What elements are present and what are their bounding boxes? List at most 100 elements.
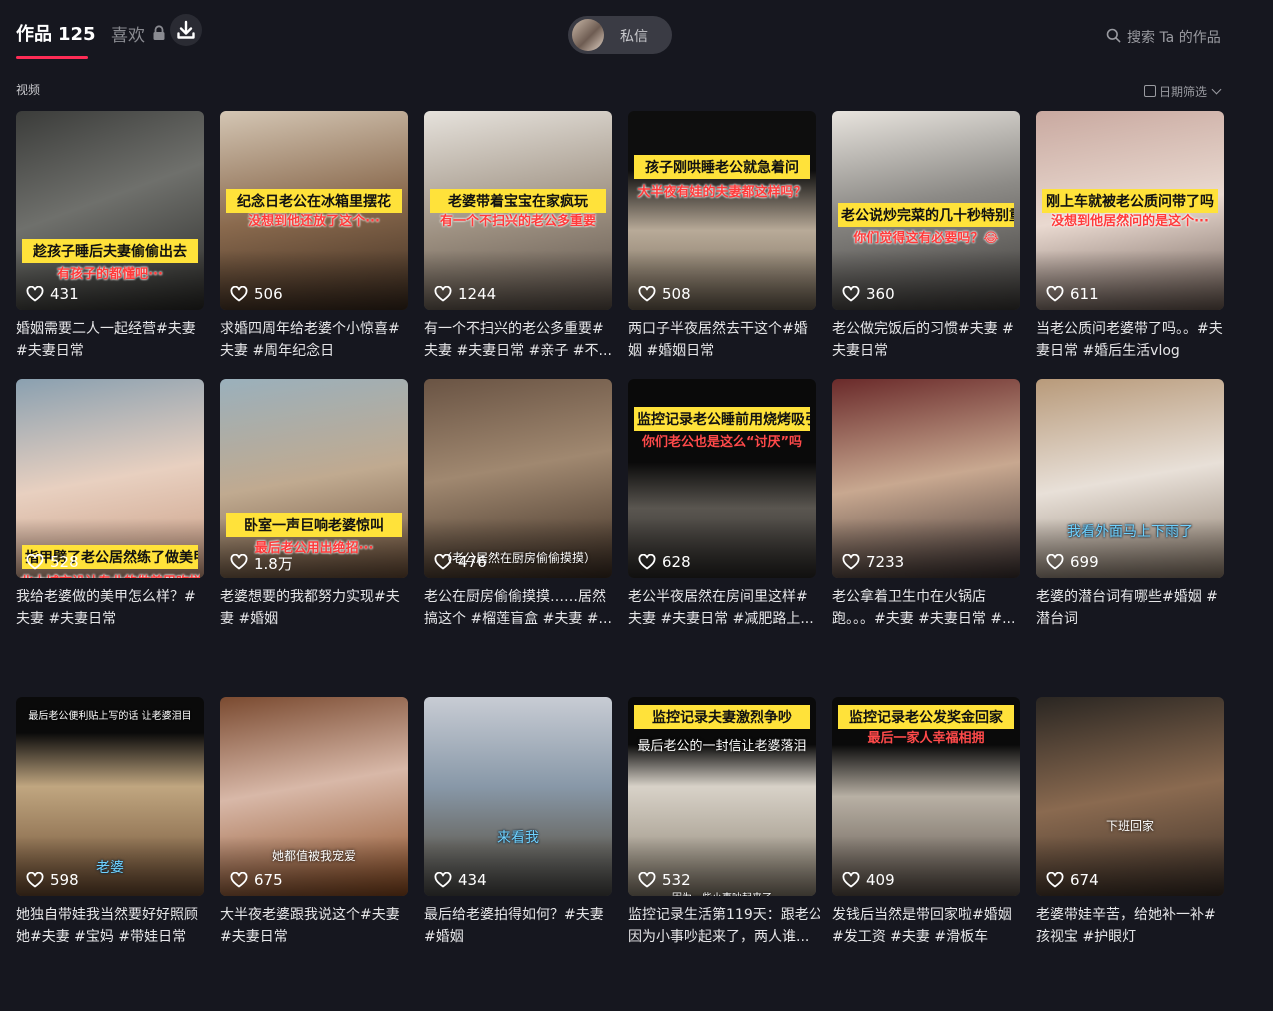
video-description[interactable]: 我给老婆做的美甲怎么样？# 夫妻 #夫妻日常 [16, 586, 208, 630]
video-description[interactable]: 婚姻需要二人一起经营#夫妻 #夫妻日常 [16, 318, 208, 362]
video-thumbnail[interactable]: 她都值被我宠爱 675 [220, 697, 408, 896]
thumbnail-caption: （老公居然在厨房偷偷摸摸） [439, 551, 596, 565]
thumbnail-subcaption: 北大城市设计专业的做美甲咋样？ [20, 571, 200, 578]
lock-icon [153, 25, 165, 40]
tab-works[interactable]: 作品 125 [16, 20, 96, 46]
video-description-line: 老婆的潜台词有哪些#婚姻 # [1036, 589, 1218, 605]
video-description-line: #夫妻日常 [16, 343, 84, 359]
video-thumbnail[interactable]: 指甲劈了老公居然练了做美甲北大城市设计专业的做美甲咋样？528 [16, 379, 204, 578]
video-description[interactable]: 求婚四周年给老婆个小惊喜# 夫妻 #周年纪念日 [220, 318, 412, 362]
video-thumbnail[interactable]: 那个漏了吗7233 [832, 379, 1020, 578]
search-icon [1106, 28, 1121, 43]
video-description[interactable]: 老公做完饭后的习惯#夫妻 # 夫妻日常 [832, 318, 1024, 362]
thumbnail-caption: 我看外面马上下雨了 [1067, 524, 1193, 540]
video-description-line: 搞这个 #榴莲盲盒 #夫妻 #... [424, 611, 612, 627]
video-thumbnail[interactable]: 监控记录老公发奖金回家最后一家人幸福相拥下班，领新回家409 [832, 697, 1020, 896]
like-count-value: 699 [1070, 553, 1099, 571]
profile-tabs-bar: 作品 125 喜欢 私信 搜索 Ta 的作品 [0, 0, 1273, 62]
chevron-down-icon [1211, 84, 1222, 95]
thumbnail-caption: 指甲劈了老公居然练了做美甲 [22, 545, 198, 569]
video-thumbnail[interactable]: 最后老公便利贴上写的话 让老婆泪目 老婆 598 [16, 697, 204, 896]
heart-icon [842, 554, 860, 570]
video-description-line: 老公拿着卫生巾在火锅店 [832, 589, 986, 605]
video-description[interactable]: 老公半夜居然在房间里这样# 夫妻 #夫妻日常 #减肥路上... [628, 586, 820, 630]
thumbnail-caption: 孩子刚哄睡老公就急着问 [634, 155, 810, 179]
like-count-value: 611 [1070, 285, 1099, 303]
tab-likes[interactable]: 喜欢 [111, 21, 145, 46]
thumbnail-subcaption: 有一个不扫兴的老公多重要 [439, 214, 596, 229]
heart-icon [230, 872, 248, 888]
active-tab-indicator [16, 56, 88, 59]
heart-icon [26, 872, 44, 888]
like-count-value: 1.8万 [254, 555, 293, 573]
like-count-value: 506 [254, 285, 283, 303]
video-description-line: 妻 #婚姻 [220, 611, 279, 627]
video-description[interactable]: 大半夜老婆跟我说这个#夫妻 #夫妻日常 [220, 904, 412, 948]
thumbnail-subcaption: 没想到他居然问的是这个··· [1051, 214, 1209, 229]
video-thumbnail[interactable]: 趁孩子睡后夫妻偷偷出去 有孩子的都懂吧··· 431 [16, 111, 204, 310]
video-thumbnail[interactable]: （老公居然在厨房偷偷摸摸） 476 [424, 379, 612, 578]
video-description-line: 两口子半夜居然去干这个#婚 [628, 321, 808, 337]
video-description[interactable]: 有一个不扫兴的老公多重要# 夫妻 #夫妻日常 #亲子 #不... [424, 318, 616, 362]
thumbnail-shade [628, 250, 816, 310]
video-description-line: 求婚四周年给老婆个小惊喜# [220, 321, 400, 337]
video-description-line: 监控记录生活第119天：跟老公 [628, 907, 820, 923]
thumbnail-caption: 趁孩子睡后夫妻偷偷出去 [22, 239, 198, 263]
video-thumbnail[interactable]: 我看外面马上下雨了 699 [1036, 379, 1224, 578]
video-thumbnail[interactable]: 下班回家 674 [1036, 697, 1224, 896]
search-placeholder: 搜索 Ta 的作品 [1127, 30, 1221, 46]
heart-icon [1046, 872, 1064, 888]
thumbnail-subcaption: 没想到他还放了这个··· [248, 214, 380, 229]
like-count-value: 360 [866, 285, 895, 303]
video-description[interactable]: 监控记录生活第119天：跟老公 因为小事吵起来了，两人谁... [628, 904, 820, 948]
video-description[interactable]: 老婆带娃辛苦，给她补一补# 孩视宝 #护眼灯 [1036, 904, 1228, 948]
tab-works-label: 作品 [16, 24, 52, 45]
video-description-line: 夫妻 #夫妻日常 #亲子 #不... [424, 343, 612, 359]
video-description[interactable]: 两口子半夜居然去干这个#婚姻 #婚姻日常 [628, 318, 820, 362]
thumbnail-subcaption: 有孩子的都懂吧··· [57, 267, 163, 282]
video-description[interactable]: 发钱后当然是带回家啦#婚姻 #发工资 #夫妻 #滑板车 [832, 904, 1024, 948]
video-thumbnail[interactable]: 来看我 434 [424, 697, 612, 896]
thumbnail-shade [832, 518, 1020, 578]
video-description[interactable]: 老公在厨房偷偷摸摸……居然 搞这个 #榴莲盲盒 #夫妻 #... [424, 586, 616, 630]
avatar [572, 19, 604, 51]
video-description-line: 夫妻日常 [832, 343, 888, 359]
video-thumbnail[interactable]: 监控记录老公睡前用烧烤吸引老婆你们老公也是这么“讨厌”吗半夜老公把烧烤带进屋了😂… [628, 379, 816, 578]
video-thumbnail[interactable]: 卧室一声巨响老婆惊叫最后老公用出绝招··· 1.8万 [220, 379, 408, 578]
direct-message-button[interactable]: 私信 [568, 16, 672, 54]
video-description-line: 老公半夜居然在房间里这样# [628, 589, 808, 605]
heart-icon [434, 554, 452, 570]
video-description-line: 大半夜老婆跟我说这个#夫妻 [220, 907, 400, 923]
video-thumbnail[interactable]: 刚上车就被老公质问带了吗 没想到他居然问的是这个··· 611 [1036, 111, 1224, 310]
video-description[interactable]: 老婆想要的我都努力实现#夫妻 #婚姻 [220, 586, 412, 630]
video-description-line: 姻 #婚姻日常 [628, 343, 715, 359]
heart-icon [1046, 286, 1064, 302]
video-thumbnail[interactable]: 纪念日老公在冰箱里摆花 没想到他还放了这个··· 506 [220, 111, 408, 310]
thumbnail-subcaption: 最后老公用出绝招··· [254, 541, 374, 556]
video-thumbnail[interactable]: 孩子刚哄睡老公就急着问 大半夜有娃的夫妻都这样吗？ 508 [628, 111, 816, 310]
thumbnail-shade [220, 836, 408, 896]
thumbnail-shade [424, 250, 612, 310]
thumbnail-shade [832, 836, 1020, 896]
thumbnail-caption: 监控记录夫妻激烈争吵 [634, 705, 810, 729]
video-thumbnail[interactable]: 监控记录夫妻激烈争吵最后老公的一封信让老婆落泪因为一些小事吵起来了532 [628, 697, 816, 896]
video-description[interactable]: 她独自带娃我当然要好好照顾 她#夫妻 #宝妈 #带娃日常 [16, 904, 208, 948]
download-icon[interactable] [170, 14, 202, 46]
video-description-line: 跑。。。#夫妻 #夫妻日常 #... [832, 611, 1016, 627]
like-count-value: 1244 [458, 285, 497, 303]
like-count-value: 532 [662, 871, 691, 889]
video-description-line: 夫妻 #夫妻日常 #减肥路上... [628, 611, 814, 627]
thumbnail-caption: 卧室一声巨响老婆惊叫 [226, 513, 402, 537]
like-count-value: 674 [1070, 871, 1099, 889]
video-thumbnail[interactable]: 老公说炒完菜的几十秒特别重要你们觉得这有必要吗？😂 360 [832, 111, 1020, 310]
tab-works-count: 125 [58, 24, 96, 45]
video-description[interactable]: 最后给老婆拍得如何？#夫妻 #婚姻 [424, 904, 616, 948]
video-description[interactable]: 老公拿着卫生巾在火锅店跑。。。#夫妻 #夫妻日常 #... [832, 586, 1024, 630]
video-description[interactable]: 老婆的潜台词有哪些#婚姻 # 潜台词 [1036, 586, 1228, 630]
date-filter-dropdown[interactable]: 日期筛选 [1144, 83, 1222, 99]
thumbnail-shade [1036, 836, 1224, 896]
video-thumbnail[interactable]: 老婆带着宝宝在家疯玩 有一个不扫兴的老公多重要 1244 [424, 111, 612, 310]
video-description-line: 发钱后当然是带回家啦#婚姻 [832, 907, 1012, 923]
like-count-value: 528 [50, 553, 79, 571]
video-description[interactable]: 当老公质问老婆带了吗。。#夫 妻日常 #婚后生活vlog [1036, 318, 1228, 362]
